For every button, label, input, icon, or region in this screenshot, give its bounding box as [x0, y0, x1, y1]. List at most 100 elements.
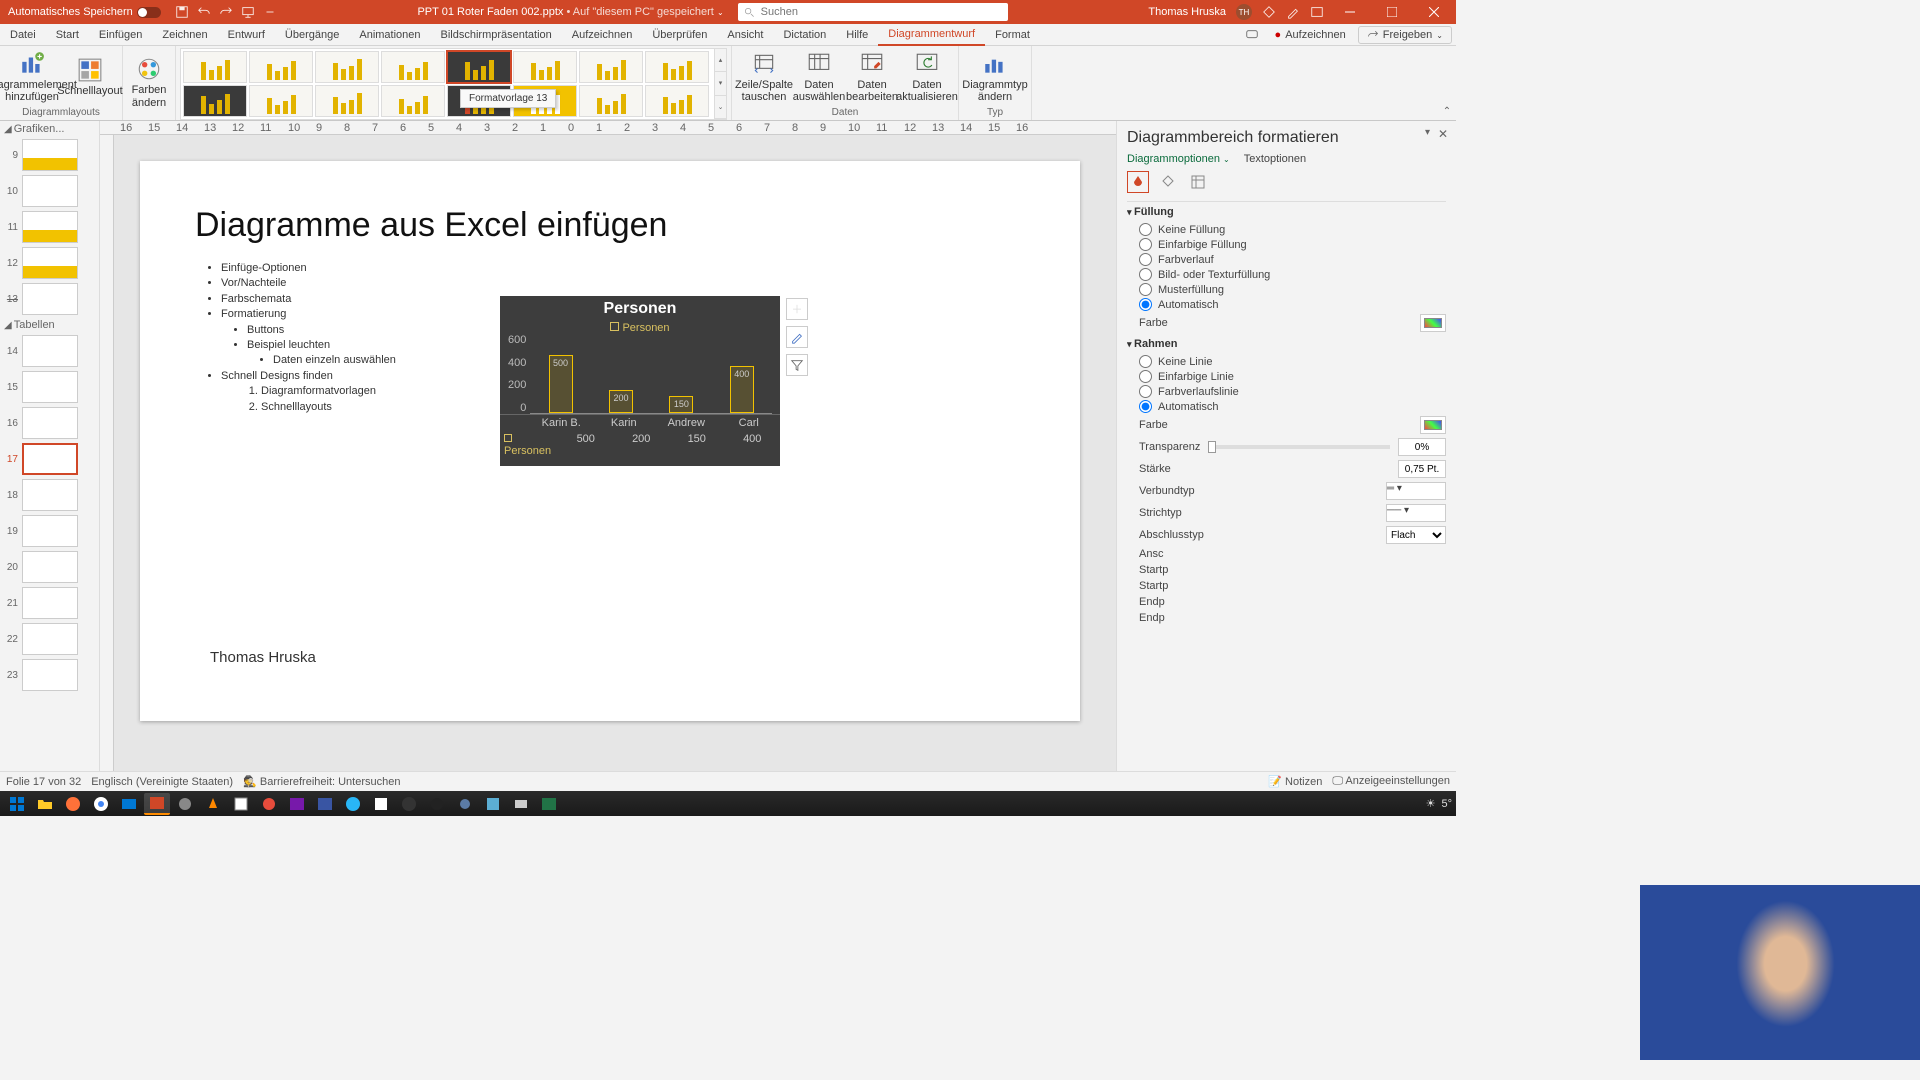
share-button[interactable]: Freigeben ⌄ — [1358, 26, 1452, 44]
minimize-button[interactable] — [1334, 0, 1366, 24]
redo-icon[interactable] — [219, 5, 233, 19]
tab-ueberpruefen[interactable]: Überprüfen — [642, 24, 717, 45]
thumb-16[interactable]: 16 — [0, 405, 99, 441]
tab-diagrammentwurf[interactable]: Diagrammentwurf — [878, 24, 985, 46]
chart-filter-icon[interactable] — [786, 354, 808, 376]
tab-entwurf[interactable]: Entwurf — [218, 24, 275, 45]
fill-section-header[interactable]: Füllung — [1127, 202, 1446, 222]
powerpoint-icon[interactable] — [144, 793, 170, 815]
chart-style-15[interactable] — [579, 85, 643, 117]
chart-style-11[interactable] — [315, 85, 379, 117]
chart-style-1[interactable] — [183, 51, 247, 83]
language-indicator[interactable]: Englisch (Vereinigte Staaten) — [91, 776, 233, 788]
pane-close-icon[interactable]: ✕ — [1438, 127, 1448, 141]
fill-none[interactable]: Keine Füllung — [1127, 222, 1446, 237]
app-icon-6[interactable] — [452, 793, 478, 815]
fill-auto[interactable]: Automatisch — [1127, 297, 1446, 312]
chart-object[interactable]: Personen Personen 6004002000 50020015040… — [500, 296, 780, 466]
weather-icon[interactable]: ☀ — [1426, 797, 1436, 810]
tab-format[interactable]: Format — [985, 24, 1040, 45]
app-icon-5[interactable] — [424, 793, 450, 815]
slide-body[interactable]: Einfüge-Optionen Vor/Nachteile Farbschem… — [195, 261, 396, 415]
thumb-22[interactable]: 22 — [0, 621, 99, 657]
thumb-18[interactable]: 18 — [0, 477, 99, 513]
dash-combo[interactable]: ── ▾ — [1386, 504, 1446, 522]
pane-tab-text[interactable]: Textoptionen — [1244, 153, 1306, 165]
tab-start[interactable]: Start — [46, 24, 89, 45]
temperature[interactable]: 5° — [1441, 798, 1452, 810]
chart-style-7[interactable] — [579, 51, 643, 83]
chart-style-6[interactable] — [513, 51, 577, 83]
border-gradient[interactable]: Farbverlaufslinie — [1127, 384, 1446, 399]
section-tables[interactable]: ◢ Tabellen — [0, 317, 99, 333]
tab-einfuegen[interactable]: Einfügen — [89, 24, 152, 45]
diamond-icon[interactable] — [1262, 5, 1276, 19]
change-colors-button[interactable]: Farben ändern — [127, 54, 171, 110]
tab-zeichnen[interactable]: Zeichnen — [152, 24, 217, 45]
thumb-17[interactable]: 17 — [0, 441, 99, 477]
more-icon[interactable] — [263, 5, 277, 19]
pane-tab-options[interactable]: Diagrammoptionen ⌄ — [1127, 153, 1230, 165]
chart-style-10[interactable] — [249, 85, 313, 117]
chart-style-12[interactable] — [381, 85, 445, 117]
change-chart-type-button[interactable]: Diagrammtyp ändern — [963, 49, 1027, 105]
thumb-14[interactable]: 14 — [0, 333, 99, 369]
save-icon[interactable] — [175, 5, 189, 19]
tab-aufzeichnen[interactable]: Aufzeichnen — [562, 24, 643, 45]
fill-color-button[interactable] — [1420, 314, 1446, 332]
chrome-icon[interactable] — [88, 793, 114, 815]
notes-button[interactable]: 📝 Notizen — [1268, 775, 1322, 788]
thumb-12[interactable]: 12 — [0, 245, 99, 281]
thumb-13[interactable]: 13 — [0, 281, 99, 317]
thumb-15[interactable]: 15 — [0, 369, 99, 405]
visio-icon[interactable] — [312, 793, 338, 815]
slide-author[interactable]: Thomas Hruska — [210, 649, 316, 666]
fill-solid[interactable]: Einfarbige Füllung — [1127, 237, 1446, 252]
border-solid[interactable]: Einfarbige Linie — [1127, 369, 1446, 384]
fill-picture[interactable]: Bild- oder Texturfüllung — [1127, 267, 1446, 282]
user-name[interactable]: Thomas Hruska — [1148, 6, 1226, 18]
chart-style-9[interactable] — [183, 85, 247, 117]
slide-title[interactable]: Diagramme aus Excel einfügen — [195, 206, 667, 245]
pane-options-icon[interactable]: ▾ — [1425, 127, 1430, 138]
fill-pattern[interactable]: Musterfüllung — [1127, 282, 1446, 297]
close-button[interactable] — [1418, 0, 1450, 24]
thumb-20[interactable]: 20 — [0, 549, 99, 585]
switch-row-col-button[interactable]: Zeile/Spalte tauschen — [736, 49, 792, 105]
tab-datei[interactable]: Datei — [0, 24, 46, 45]
transparency-slider[interactable] — [1208, 445, 1390, 449]
maximize-button[interactable] — [1376, 0, 1408, 24]
obs-icon[interactable] — [396, 793, 422, 815]
chart-style-gallery[interactable]: ▴▾⌄ — [180, 48, 727, 120]
undo-icon[interactable] — [197, 5, 211, 19]
slide-canvas[interactable]: Diagramme aus Excel einfügen Einfüge-Opt… — [140, 161, 1080, 721]
tab-hilfe[interactable]: Hilfe — [836, 24, 878, 45]
chart-style-16[interactable] — [645, 85, 709, 117]
thumb-11[interactable]: 11 — [0, 209, 99, 245]
effects-icon[interactable] — [1157, 171, 1179, 193]
refresh-data-button[interactable]: Daten aktualisieren — [900, 49, 954, 105]
search-input[interactable] — [761, 6, 1002, 18]
display-settings[interactable]: 🖵 Anzeigeeinstellungen — [1332, 775, 1450, 788]
accessibility-check[interactable]: 🕵 Barrierefreiheit: Untersuchen — [243, 775, 400, 788]
tab-dictation[interactable]: Dictation — [773, 24, 836, 45]
present-icon[interactable] — [241, 5, 255, 19]
thumb-21[interactable]: 21 — [0, 585, 99, 621]
section-graphics[interactable]: ◢ Grafiken... — [0, 121, 99, 137]
border-color-button[interactable] — [1420, 416, 1446, 434]
fill-line-icon[interactable] — [1127, 171, 1149, 193]
chart-style-2[interactable] — [249, 51, 313, 83]
fill-gradient[interactable]: Farbverlauf — [1127, 252, 1446, 267]
avatar[interactable]: TH — [1236, 4, 1252, 20]
chart-style-5[interactable] — [447, 51, 511, 83]
telegram-icon[interactable] — [340, 793, 366, 815]
app-icon-8[interactable] — [508, 793, 534, 815]
chart-plus-icon[interactable]: ＋ — [786, 298, 808, 320]
record-button[interactable]: ● Aufzeichnen — [1267, 24, 1354, 45]
quick-layout-button[interactable]: Schnelllayout — [62, 55, 118, 99]
slide-editor[interactable]: 1615141312111098765432101234567891011121… — [100, 121, 1116, 771]
search-box[interactable] — [738, 3, 1008, 21]
add-chart-element-button[interactable]: Diagrammelement hinzufügen — [4, 49, 60, 105]
explorer-icon[interactable] — [32, 793, 58, 815]
tab-animationen[interactable]: Animationen — [349, 24, 430, 45]
